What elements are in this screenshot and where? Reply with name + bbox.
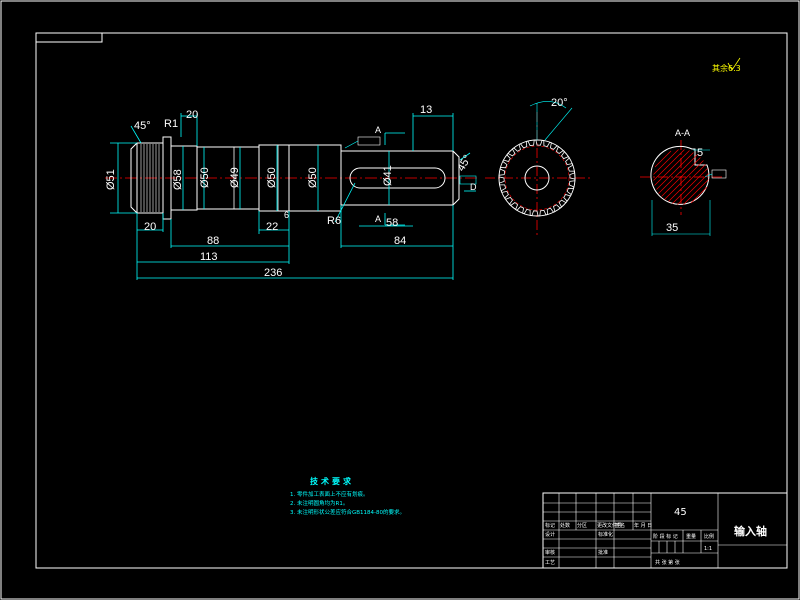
- section-hatch-line: [683, 179, 709, 205]
- technical-requirements: 技术要求 1. 零件加工表面上不应有划痕。 2. 未注明圆角均为R1。 3. 未…: [290, 476, 405, 516]
- tb-header-date: 年 月 日: [634, 522, 652, 529]
- diameter-58: Ø58: [172, 169, 184, 190]
- section-hatch-line: [653, 149, 685, 181]
- surface-roughness-note: 其余6.3: [712, 63, 741, 73]
- right-d-label: D: [470, 182, 477, 192]
- len-236: 236: [264, 267, 282, 279]
- section-hatch-line: [653, 149, 679, 175]
- section-hatch-line: [677, 173, 709, 205]
- cad-drawing: 其余6.3 A A 45° R1 20 13 Ø51 Ø58 Ø50 Ø49 Ø…: [0, 0, 800, 600]
- tb-scale-value: 1:1: [704, 546, 712, 552]
- diameter-50-c: Ø50: [307, 167, 319, 188]
- diameter-50-b: Ø50: [266, 167, 278, 188]
- fillet-r1-label: R1: [164, 118, 178, 130]
- material-label: 45: [674, 507, 687, 518]
- tb-std-label: 标准化: [598, 531, 613, 538]
- part-name-label: 输入轴: [734, 524, 767, 538]
- spline-teeth: [140, 144, 160, 212]
- section-hatch-line: [658, 154, 698, 194]
- section-marker-bottom: A: [375, 214, 381, 224]
- diameter-41: Ø41: [382, 165, 394, 186]
- tb-scale-label: 比例: [704, 533, 714, 540]
- len-20: 20: [144, 221, 156, 233]
- section-a-a-view: A-A 5 35: [640, 128, 727, 236]
- shaft-dimension-text: 45° R1 20 13 Ø51 Ø58 Ø50 Ø49 Ø50 Ø50 Ø41…: [105, 104, 477, 279]
- inner-frame: [35, 32, 788, 569]
- tech-req-item-2: 2. 未注明圆角均为R1。: [290, 499, 348, 507]
- len-88: 88: [207, 235, 219, 247]
- tb-header-count: 处数: [560, 522, 570, 529]
- corner-tag-box: [35, 32, 103, 43]
- tb-row-review: 审核: [545, 549, 555, 556]
- section-marker-top: A: [375, 125, 381, 135]
- spline-end-view: 20°: [485, 97, 590, 235]
- tb-stage-label: 阶 段 标 记: [653, 533, 678, 540]
- section-hatch-line: [656, 152, 694, 190]
- shaft-front-view: A A: [105, 125, 478, 226]
- tb-weight-label: 重量: [686, 533, 696, 540]
- top-length-label: 20: [186, 109, 198, 121]
- small-6-label: 6: [284, 210, 289, 220]
- gear-angle-label: 20°: [551, 97, 568, 109]
- keyway-depth-label: 5: [697, 147, 703, 159]
- tb-header-mark: 标记: [545, 522, 555, 529]
- section-width-label: 35: [666, 222, 678, 234]
- shaft-dimension-lines: [110, 113, 476, 280]
- keyway-fillet-label: R6: [327, 215, 341, 227]
- section-hatch-line: [664, 160, 704, 200]
- len-113: 113: [200, 251, 218, 263]
- section-title-a-a: A-A: [675, 128, 690, 138]
- title-block: 45 输入轴 标记 处数 分区 更改文件号 签名 年 月 日 设计 审核 工艺 …: [542, 492, 788, 569]
- len-22: 22: [266, 221, 278, 233]
- tech-req-title: 技术要求: [310, 476, 354, 486]
- diameter-51: Ø51: [105, 169, 117, 190]
- tech-req-item-3: 3. 未注明形状公差应符合GB1184-80的要求。: [290, 508, 405, 516]
- right-top-length-label: 13: [420, 104, 432, 116]
- len-84: 84: [394, 235, 406, 247]
- tb-approve-label: 批准: [598, 549, 608, 556]
- len-58: 58: [386, 217, 398, 229]
- diameter-49: Ø49: [229, 167, 241, 188]
- tb-row-design: 设计: [545, 531, 555, 538]
- chamfer-angle-label: 45°: [134, 120, 151, 132]
- tb-header-sign: 签名: [615, 522, 625, 529]
- tb-row-process: 工艺: [545, 560, 555, 566]
- tb-sheet-row: 共 张 第 张: [655, 559, 680, 566]
- diameter-50-a: Ø50: [199, 167, 211, 188]
- tech-req-item-1: 1. 零件加工表面上不应有划痕。: [290, 490, 369, 498]
- tb-header-zone: 分区: [577, 522, 587, 529]
